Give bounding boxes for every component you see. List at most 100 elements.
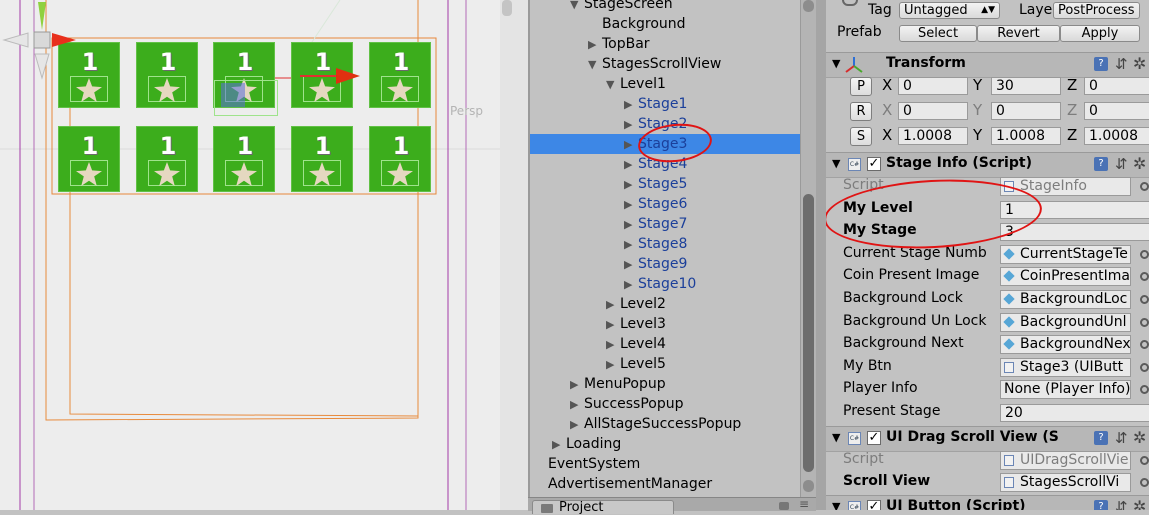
move-arrow-x-icon[interactable]	[300, 66, 364, 86]
collapse-arrow-icon[interactable]: ▶	[624, 175, 638, 195]
ui-button-header[interactable]: ▼ C# ✓ UI Button (Script) ? ⇵ ✲	[826, 495, 1149, 510]
scale-reset-button[interactable]: S	[850, 127, 872, 146]
collapse-arrow-icon[interactable]: ▶	[624, 135, 638, 155]
sliders-icon[interactable]: ⇵	[1115, 429, 1128, 447]
hierarchy-item-background[interactable]: Background	[530, 14, 802, 34]
object-picker-icon[interactable]	[1140, 385, 1149, 395]
hierarchy-item-level1[interactable]: ▼ Level1	[530, 74, 802, 94]
gear-icon[interactable]: ✲	[1133, 428, 1146, 447]
hierarchy-item-successpopup[interactable]: ▶ SuccessPopup	[530, 394, 802, 414]
collapse-arrow-icon[interactable]: ▶	[570, 375, 584, 395]
lock-icon[interactable]	[779, 502, 789, 510]
position-x-field[interactable]: 0	[898, 77, 968, 95]
gear-icon[interactable]: ✲	[1133, 154, 1146, 173]
scene-scrollbar-thumb[interactable]	[502, 0, 512, 16]
stage-tile[interactable]: 1	[136, 126, 198, 192]
help-book-icon[interactable]: ?	[1094, 500, 1108, 510]
hierarchy-item-stage6[interactable]: ▶ Stage6	[530, 194, 802, 214]
collapse-arrow-icon[interactable]: ▶	[588, 35, 602, 55]
collapse-arrow-icon[interactable]: ▶	[624, 155, 638, 175]
collapse-arrow-icon[interactable]: ▶	[606, 315, 620, 335]
selected-stage-handle[interactable]	[214, 80, 278, 116]
project-tab[interactable]: Project	[532, 500, 674, 515]
rotation-reset-button[interactable]: R	[850, 102, 872, 121]
coin-present-image-object-field[interactable]: CoinPresentIma	[1000, 267, 1131, 287]
hierarchy-item-stagesscrollview[interactable]: ▼ StagesScrollView	[530, 54, 802, 74]
scale-x-field[interactable]: 1.0008	[898, 127, 968, 145]
background-lock-object-field[interactable]: BackgroundLoc	[1000, 290, 1131, 309]
stage-tile[interactable]: 1	[213, 126, 275, 192]
collapse-arrow-icon[interactable]: ▶	[606, 335, 620, 355]
prefab-select-button[interactable]: Select	[899, 25, 977, 42]
hierarchy-item-stage5[interactable]: ▶ Stage5	[530, 174, 802, 194]
prefab-apply-button[interactable]: Apply	[1060, 25, 1140, 42]
collapse-arrow-icon[interactable]: ▶	[624, 255, 638, 275]
scale-z-field[interactable]: 1.0008	[1084, 127, 1149, 145]
rotation-x-field[interactable]: 0	[898, 102, 968, 120]
stage-tile[interactable]: 1	[369, 126, 431, 192]
collapse-arrow-icon[interactable]: ▶	[552, 435, 566, 455]
fold-arrow-icon[interactable]: ▼	[832, 57, 840, 70]
fold-arrow-icon[interactable]: ▼	[832, 500, 840, 510]
handle-square[interactable]	[221, 83, 245, 107]
hierarchy-item-stage7[interactable]: ▶ Stage7	[530, 214, 802, 234]
hierarchy-scrollbar-thumb[interactable]	[803, 194, 814, 472]
collapse-arrow-icon[interactable]: ▶	[624, 195, 638, 215]
stage-info-enabled-checkbox[interactable]: ✓	[867, 157, 881, 171]
hierarchy-item-topbar[interactable]: ▶ TopBar	[530, 34, 802, 54]
object-picker-icon[interactable]	[1140, 456, 1149, 465]
rotation-z-field[interactable]: 0	[1084, 102, 1149, 120]
hierarchy-item-stagescreen[interactable]: ▼ StageScreen	[530, 0, 802, 14]
my-btn-object-field[interactable]: Stage3 (UIButt	[1000, 357, 1131, 377]
scene-view[interactable]: 1111111111 Persp	[0, 0, 528, 510]
present-stage-field[interactable]: 20	[1000, 404, 1149, 422]
sliders-icon[interactable]: ⇵	[1115, 155, 1128, 173]
hierarchy-item-stage8[interactable]: ▶ Stage8	[530, 234, 802, 254]
stage-tile[interactable]: 1	[369, 42, 431, 108]
collapse-arrow-icon[interactable]: ▶	[570, 415, 584, 435]
position-z-field[interactable]: 0	[1084, 77, 1149, 95]
stage-info-header[interactable]: ▼ C# ✓ Stage Info (Script) ? ⇵ ✲	[826, 152, 1149, 178]
expand-arrow-icon[interactable]: ▼	[606, 75, 620, 95]
scale-y-field[interactable]: 1.0008	[991, 127, 1061, 145]
collapse-arrow-icon[interactable]: ▶	[570, 395, 584, 415]
hierarchy-item-eventsystem[interactable]: EventSystem	[530, 454, 802, 474]
hierarchy-item-stage9[interactable]: ▶ Stage9	[530, 254, 802, 274]
transform-header[interactable]: ▼ Transform ? ⇵ ✲	[826, 52, 1149, 78]
drag-scroll-enabled-checkbox[interactable]: ✓	[867, 431, 881, 445]
fold-arrow-icon[interactable]: ▼	[832, 431, 840, 444]
collapse-arrow-icon[interactable]: ▶	[606, 295, 620, 315]
position-y-field[interactable]: 30	[991, 77, 1061, 95]
prefab-revert-button[interactable]: Revert	[977, 25, 1060, 42]
hierarchy-item-level2[interactable]: ▶ Level2	[530, 294, 802, 314]
scroll-down-button[interactable]	[803, 480, 814, 492]
hierarchy-item-stage1[interactable]: ▶ Stage1	[530, 94, 802, 114]
tab-menu-icon[interactable]: ≡	[799, 498, 809, 511]
position-reset-button[interactable]: P	[850, 77, 872, 96]
expand-arrow-icon[interactable]: ▼	[588, 55, 602, 75]
help-book-icon[interactable]: ?	[1094, 157, 1108, 171]
layer-dropdown[interactable]: PostProcess	[1053, 2, 1140, 19]
fold-arrow-icon[interactable]: ▼	[832, 157, 840, 170]
object-picker-icon[interactable]	[1140, 340, 1149, 350]
gear-icon[interactable]: ✲	[1133, 54, 1146, 73]
script-object-field[interactable]: UIDragScrollVie	[1000, 451, 1131, 470]
scroll-up-button[interactable]	[803, 0, 814, 12]
background-un-lock-object-field[interactable]: BackgroundUnl	[1000, 312, 1131, 332]
hierarchy-item-level3[interactable]: ▶ Level3	[530, 314, 802, 334]
hierarchy-item-advertisementmanager[interactable]: AdvertisementManager	[530, 474, 802, 494]
stage-tile[interactable]: 1	[291, 126, 353, 192]
collapse-arrow-icon[interactable]: ▶	[624, 235, 638, 255]
player-info-object-field[interactable]: None (Player Info)	[1000, 380, 1131, 400]
hierarchy-scrollbar[interactable]	[800, 0, 817, 497]
sliders-icon[interactable]: ⇵	[1115, 498, 1128, 510]
help-book-icon[interactable]: ?	[1094, 431, 1108, 445]
hierarchy-item-stage10[interactable]: ▶ Stage10	[530, 274, 802, 294]
sliders-icon[interactable]: ⇵	[1115, 55, 1128, 73]
object-picker-icon[interactable]	[1140, 478, 1149, 487]
tag-dropdown[interactable]: Untagged ▲▼	[899, 2, 1000, 19]
hierarchy-item-allstagesuccesspopup[interactable]: ▶ AllStageSuccessPopup	[530, 414, 802, 434]
stage-tile[interactable]: 1	[136, 42, 198, 108]
current-stage-numb-object-field[interactable]: CurrentStageTe	[1000, 244, 1131, 264]
collapse-arrow-icon[interactable]: ▶	[606, 355, 620, 375]
